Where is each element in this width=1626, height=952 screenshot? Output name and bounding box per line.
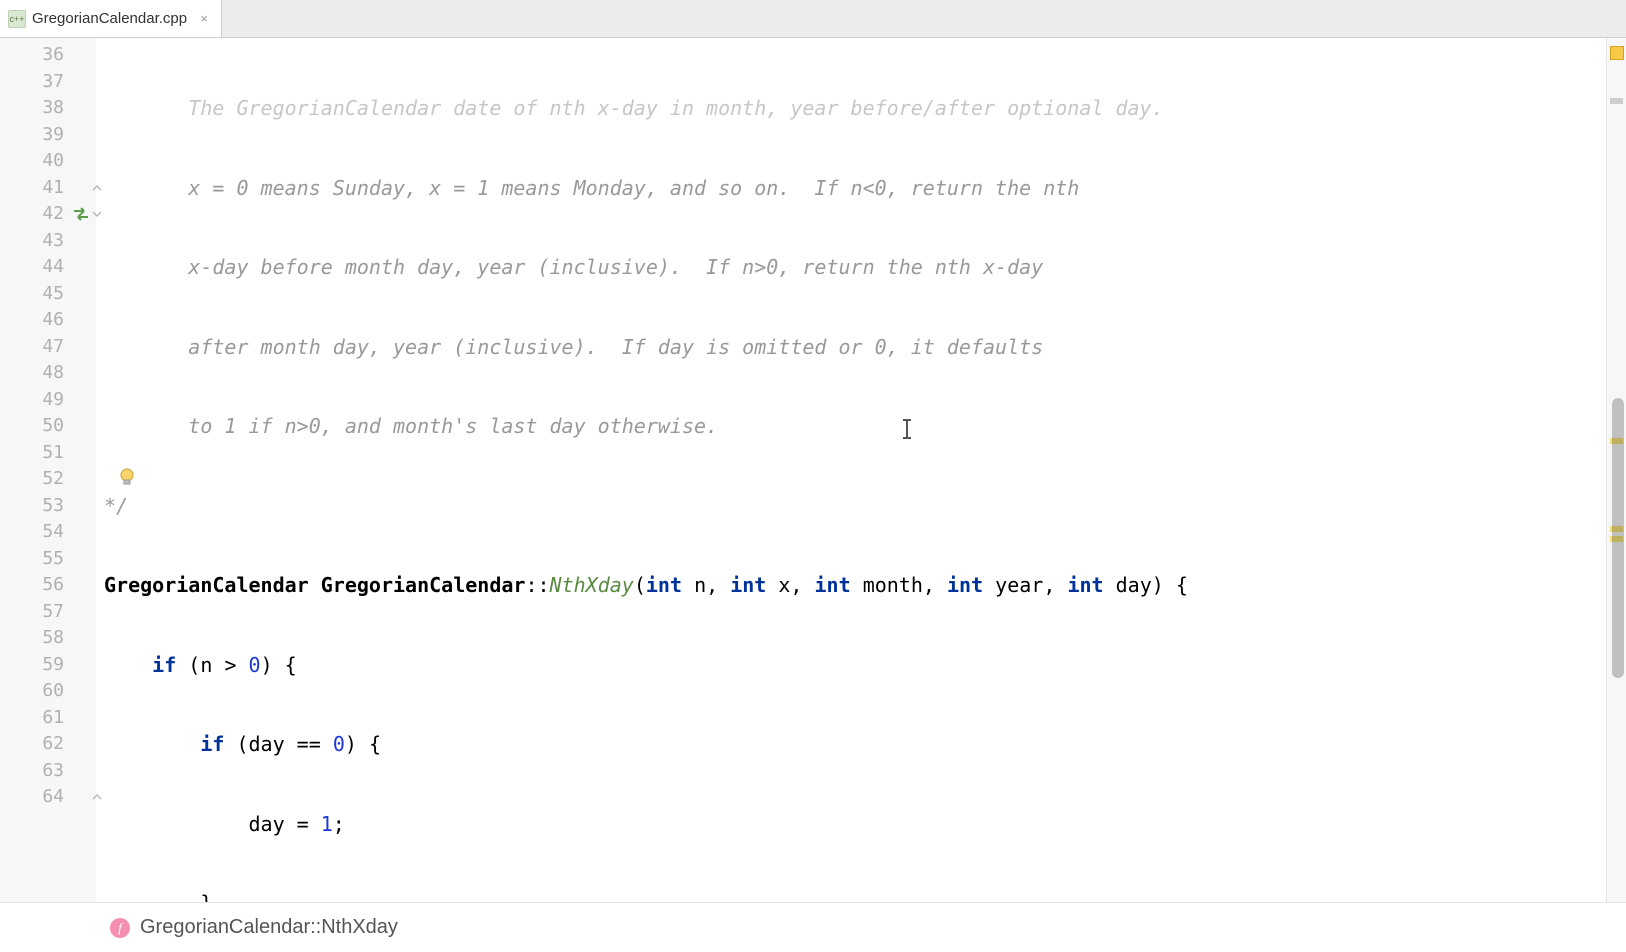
line-number[interactable]: 39: [0, 122, 96, 149]
line-number[interactable]: 40: [0, 148, 96, 175]
code-line[interactable]: }: [96, 890, 1606, 902]
line-number[interactable]: 60: [0, 678, 96, 705]
marker[interactable]: [1610, 98, 1623, 104]
line-number[interactable]: 45: [0, 281, 96, 308]
intention-bulb-icon[interactable]: [116, 466, 138, 488]
line-number[interactable]: 61: [0, 705, 96, 732]
code-line[interactable]: if (n > 0) {: [96, 652, 1606, 679]
code-line[interactable]: to 1 if n>0, and month's last day otherw…: [96, 413, 1606, 440]
analysis-status-icon[interactable]: [1610, 46, 1624, 60]
line-number[interactable]: 47: [0, 334, 96, 361]
marker[interactable]: [1610, 536, 1623, 542]
line-number[interactable]: 37: [0, 69, 96, 96]
code-line[interactable]: after month day, year (inclusive). If da…: [96, 334, 1606, 361]
marker[interactable]: [1610, 526, 1623, 532]
line-number[interactable]: 63: [0, 758, 96, 785]
file-tab-label: GregorianCalendar.cpp: [32, 10, 187, 27]
line-number[interactable]: 41: [0, 175, 96, 202]
line-number[interactable]: 62: [0, 731, 96, 758]
line-number[interactable]: 46: [0, 307, 96, 334]
line-number[interactable]: 42: [0, 201, 96, 228]
line-number[interactable]: 56: [0, 572, 96, 599]
line-number[interactable]: 57: [0, 599, 96, 626]
breadcrumb[interactable]: f GregorianCalendar::NthXday: [0, 902, 1626, 952]
code-line[interactable]: day = 1;: [96, 811, 1606, 838]
editor-tab-bar: c++ GregorianCalendar.cpp ×: [0, 0, 1626, 38]
cpp-file-icon: c++: [8, 10, 26, 28]
marker[interactable]: [1610, 438, 1623, 444]
line-number-gutter[interactable]: 3637383940414243444546474849505152535455…: [0, 38, 96, 902]
breadcrumb-path[interactable]: GregorianCalendar::NthXday: [140, 916, 398, 939]
code-line[interactable]: The GregorianCalendar date of nth x-day …: [96, 95, 1606, 122]
line-number[interactable]: 53: [0, 493, 96, 520]
code-area[interactable]: The GregorianCalendar date of nth x-day …: [96, 38, 1606, 902]
line-number[interactable]: 52: [0, 466, 96, 493]
line-number[interactable]: 43: [0, 228, 96, 255]
function-icon: f: [110, 918, 130, 938]
marker-strip[interactable]: [1606, 38, 1626, 902]
line-number[interactable]: 50: [0, 413, 96, 440]
close-tab-icon[interactable]: ×: [197, 12, 211, 26]
text-cursor-icon: [826, 390, 844, 414]
line-number[interactable]: 54: [0, 519, 96, 546]
code-line[interactable]: if (day == 0) {: [96, 731, 1606, 758]
line-number[interactable]: 59: [0, 652, 96, 679]
file-tab[interactable]: c++ GregorianCalendar.cpp ×: [0, 0, 222, 37]
line-number[interactable]: 44: [0, 254, 96, 281]
code-line[interactable]: x-day before month day, year (inclusive)…: [96, 254, 1606, 281]
line-number[interactable]: 38: [0, 95, 96, 122]
editor: 3637383940414243444546474849505152535455…: [0, 38, 1606, 902]
line-number[interactable]: 51: [0, 440, 96, 467]
line-number[interactable]: 49: [0, 387, 96, 414]
code-line[interactable]: */: [96, 493, 1606, 520]
line-number[interactable]: 64: [0, 784, 96, 811]
code-line[interactable]: GregorianCalendar GregorianCalendar::Nth…: [96, 572, 1606, 599]
line-number[interactable]: 55: [0, 546, 96, 573]
line-number[interactable]: 58: [0, 625, 96, 652]
line-number[interactable]: 48: [0, 360, 96, 387]
code-line[interactable]: x = 0 means Sunday, x = 1 means Monday, …: [96, 175, 1606, 202]
line-number[interactable]: 36: [0, 42, 96, 69]
